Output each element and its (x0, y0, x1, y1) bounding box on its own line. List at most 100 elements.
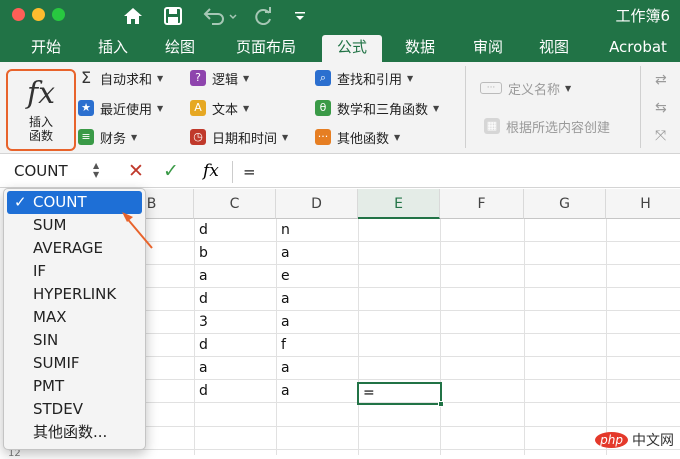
active-cell-value: = (363, 385, 375, 401)
logical-button[interactable]: ? 逻辑 ▼ (190, 68, 249, 88)
dropdown-item-count[interactable]: ✓ COUNT (7, 191, 142, 214)
watermark-logo: php 中文网 (595, 430, 674, 450)
save-icon[interactable] (161, 2, 185, 30)
dropdown-item-average[interactable]: AVERAGE (7, 237, 142, 260)
checkmark-icon: ✓ (14, 193, 27, 211)
cell-c[interactable]: a (195, 265, 208, 287)
lookup-label: 查找和引用 (337, 72, 403, 88)
workbook-title: 工作簿6 (615, 7, 670, 25)
cell-c[interactable]: 3 (195, 311, 208, 333)
enter-check-icon[interactable]: ✓ (163, 160, 179, 182)
tab-page-layout[interactable]: 页面布局 (222, 35, 310, 62)
cell-d[interactable]: a (277, 242, 290, 264)
create-from-selection-button[interactable]: ▦ 根据所选内容创建 (484, 116, 610, 136)
column-header-c[interactable]: C (194, 189, 276, 219)
watermark-text: 中文网 (632, 433, 674, 449)
tab-formulas[interactable]: 公式 (322, 35, 382, 62)
clock-icon: ◷ (190, 129, 206, 145)
dropdown-item-pmt[interactable]: PMT (7, 375, 142, 398)
insert-function-label-line1: 插入 (28, 115, 53, 129)
cell-d[interactable]: e (277, 265, 290, 287)
financial-icon: ≡ (78, 129, 94, 145)
redo-icon[interactable] (252, 2, 276, 30)
cell-d[interactable]: n (277, 219, 290, 241)
cell-c[interactable]: a (195, 357, 208, 379)
tag-icon: ··· (480, 82, 502, 94)
cell-c[interactable]: d (195, 219, 208, 241)
logical-icon: ? (190, 70, 206, 86)
lookup-button[interactable]: ⌕ 查找和引用 ▼ (315, 68, 413, 88)
tab-data[interactable]: 数据 (394, 35, 446, 62)
dropdown-item-stdev[interactable]: STDEV (7, 398, 142, 421)
datetime-button[interactable]: ◷ 日期和时间 ▼ (190, 127, 288, 147)
remove-arrows-icon[interactable]: ⤧ (655, 126, 666, 146)
text-button[interactable]: A 文本 ▼ (190, 98, 249, 118)
customize-toolbar-icon[interactable] (290, 2, 310, 30)
recently-used-button[interactable]: ★ 最近使用 ▼ (78, 98, 163, 118)
cell-d[interactable]: a (277, 288, 290, 310)
tab-acrobat[interactable]: Acrobat (600, 35, 676, 62)
tab-home[interactable]: 开始 (20, 35, 72, 62)
trace-dependents-icon[interactable]: ⇆ (655, 98, 667, 118)
fill-handle[interactable] (438, 401, 444, 407)
cell-c[interactable]: d (195, 288, 208, 310)
financial-button[interactable]: ≡ 财务 ▼ (78, 127, 137, 147)
cell-d[interactable]: a (277, 380, 290, 402)
title-bar: 工作簿6 开始 插入 绘图 页面布局 公式 数据 审阅 视图 Acrobat (0, 0, 680, 62)
trace-precedents-icon[interactable]: ⇄ (655, 70, 667, 90)
zoom-window-button[interactable] (52, 8, 65, 21)
name-box-stepper-icon[interactable]: ▲ ▼ (93, 161, 99, 179)
dropdown-item-more-functions[interactable]: 其他函数... (7, 421, 142, 444)
dropdown-item-sin[interactable]: SIN (7, 329, 142, 352)
cancel-icon[interactable]: ✕ (128, 160, 144, 182)
insert-function-button[interactable]: fx 插入 函数 (6, 69, 76, 151)
datetime-label: 日期和时间 (212, 131, 278, 147)
cell-c[interactable]: b (195, 242, 208, 264)
autosum-button[interactable]: Σ 自动求和 ▼ (78, 68, 163, 88)
fx-icon: fx (26, 76, 56, 111)
text-icon: A (190, 100, 206, 116)
tab-insert[interactable]: 插入 (87, 35, 139, 62)
dropdown-item-hyperlink[interactable]: HYPERLINK (7, 283, 142, 306)
close-window-button[interactable] (12, 8, 25, 21)
formula-input[interactable] (232, 161, 672, 183)
php-badge: php (595, 432, 628, 448)
column-header-d[interactable]: D (276, 189, 358, 219)
star-icon: ★ (78, 100, 94, 116)
insert-function-label-line2: 函数 (28, 129, 53, 143)
tab-draw[interactable]: 绘图 (154, 35, 206, 62)
ribbon-separator (640, 66, 641, 148)
logical-label: 逻辑 (212, 72, 239, 88)
define-name-button[interactable]: ··· 定义名称 ▼ (480, 78, 571, 98)
more-functions-button[interactable]: ··· 其他函数 ▼ (315, 127, 400, 147)
undo-icon[interactable] (200, 2, 240, 30)
more-functions-icon: ··· (315, 129, 331, 145)
cell-d[interactable]: a (277, 311, 290, 333)
create-from-selection-label: 根据所选内容创建 (506, 120, 611, 136)
dropdown-item-if[interactable]: IF (7, 260, 142, 283)
cell-d[interactable]: f (277, 334, 286, 356)
insert-function-fx-icon[interactable]: fx (203, 160, 219, 182)
math-trig-label: 数学和三角函数 (337, 102, 429, 118)
column-header-e[interactable]: E (358, 189, 440, 219)
create-from-selection-icon: ▦ (484, 118, 500, 134)
column-header-h[interactable]: H (606, 189, 680, 219)
theta-icon: θ (315, 100, 331, 116)
column-header-f[interactable]: F (440, 189, 524, 219)
ribbon-separator (465, 66, 466, 148)
cell-d[interactable]: a (277, 357, 290, 379)
tab-review[interactable]: 审阅 (462, 35, 514, 62)
dropdown-item-sumif[interactable]: SUMIF (7, 352, 142, 375)
cell-c[interactable]: d (195, 380, 208, 402)
minimize-window-button[interactable] (32, 8, 45, 21)
active-cell-e11[interactable]: = (357, 382, 444, 407)
tab-view[interactable]: 视图 (528, 35, 580, 62)
math-trig-button[interactable]: θ 数学和三角函数 ▼ (315, 98, 439, 118)
dropdown-item-max[interactable]: MAX (7, 306, 142, 329)
column-header-g[interactable]: G (524, 189, 606, 219)
recently-used-label: 最近使用 (100, 102, 153, 118)
cell-c[interactable]: d (195, 334, 208, 356)
autosum-label: 自动求和 (100, 72, 153, 88)
home-icon[interactable] (120, 2, 146, 30)
dropdown-item-sum[interactable]: SUM (7, 214, 142, 237)
